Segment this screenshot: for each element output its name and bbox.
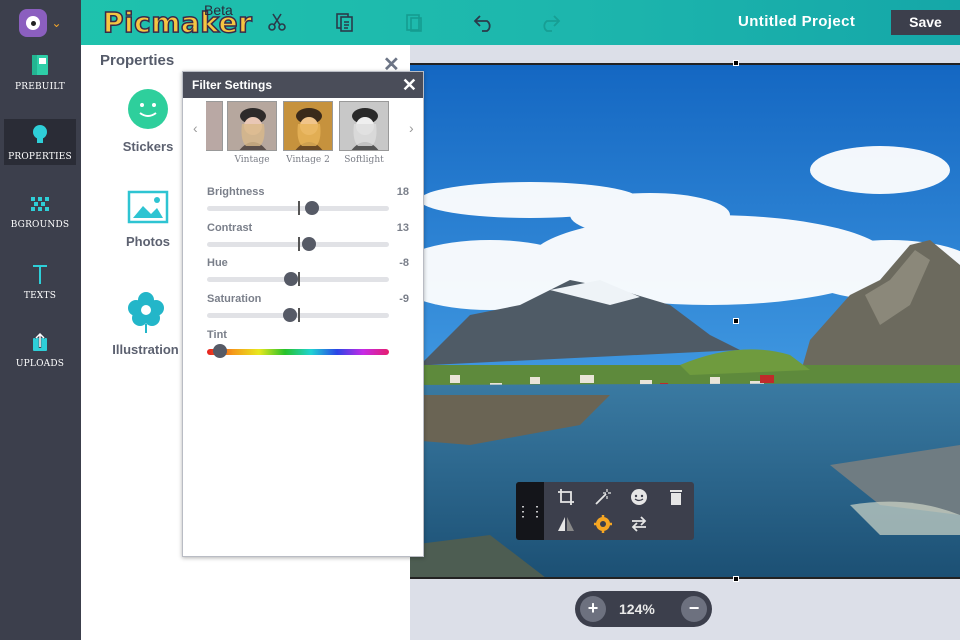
center-tick	[298, 201, 300, 215]
preset-thumbnail	[339, 101, 389, 151]
dialog-header: Filter Settings ✕	[183, 72, 423, 98]
text-icon	[33, 265, 47, 284]
chevron-down-icon[interactable]: ⌄	[51, 16, 61, 30]
slider-knob[interactable]	[283, 308, 297, 322]
filter-preset[interactable]: Softlight	[338, 101, 390, 165]
trash-icon[interactable]	[666, 487, 686, 507]
filter-preset[interactable]: nt	[206, 101, 224, 165]
panel-title: Properties	[100, 52, 175, 69]
slider-knob[interactable]	[302, 237, 316, 251]
zoom-in-button[interactable]: +	[580, 596, 606, 622]
flower-icon	[127, 292, 164, 333]
image-icon	[127, 190, 169, 224]
center-tick	[298, 272, 300, 286]
sidebar-item-label: PROPERTIES	[8, 152, 72, 162]
preset-thumbnail	[283, 101, 333, 151]
sidebar-item-prebuilt[interactable]: PREBUILT	[4, 49, 76, 95]
pattern-icon	[31, 197, 49, 211]
magic-wand-icon[interactable]	[593, 487, 613, 507]
flip-icon[interactable]	[556, 514, 576, 534]
filter-settings-icon[interactable]	[593, 514, 613, 534]
save-button[interactable]: Save	[891, 10, 960, 35]
undo-icon[interactable]	[472, 10, 496, 34]
prop-label: Photos	[125, 234, 171, 249]
book-icon	[32, 55, 48, 75]
slider-label: Tint	[207, 329, 227, 341]
image-toolbar: ⋮⋮	[516, 482, 694, 540]
sidebar-item-uploads[interactable]: UPLOADS	[4, 326, 76, 372]
slider-knob[interactable]	[284, 272, 298, 286]
slider-label: Saturation	[207, 293, 262, 305]
close-icon[interactable]: ✕	[402, 72, 417, 98]
top-bar: ⌄ Picmaker Beta Untitled Project Save	[0, 0, 960, 45]
sidebar-item-properties[interactable]: PROPERTIES	[4, 119, 76, 165]
zoom-control: + 124% −	[575, 591, 712, 627]
face-icon[interactable]	[629, 487, 649, 507]
copy-icon[interactable]	[333, 10, 357, 34]
slider-label: Hue	[207, 257, 228, 269]
account-menu[interactable]: ⌄	[0, 0, 81, 45]
drag-handle-icon[interactable]: ⋮⋮	[516, 482, 544, 540]
center-tick	[298, 308, 300, 322]
filter-preset[interactable]: Vintage	[226, 101, 278, 165]
slider-value: -8	[399, 257, 409, 269]
beta-label: Beta	[204, 2, 233, 18]
slider-knob[interactable]	[213, 344, 227, 358]
filter-preset[interactable]: Vintage 2	[282, 101, 334, 165]
filter-settings-dialog: Filter Settings ✕ ‹ › nt Vintage Vintage…	[182, 71, 424, 557]
sidebar-item-bgrounds[interactable]: BGROUNDS	[4, 189, 76, 235]
sidebar-item-texts[interactable]: TEXTS	[4, 258, 76, 304]
preset-thumbnail	[227, 101, 277, 151]
resize-handle-top[interactable]	[733, 60, 739, 66]
preset-label: Softlight	[344, 155, 384, 165]
slider-value: -9	[399, 293, 409, 305]
prop-label: Illustration	[112, 342, 179, 357]
paste-icon[interactable]	[402, 10, 426, 34]
redo-icon[interactable]	[538, 10, 562, 34]
sidebar-item-label: TEXTS	[23, 291, 57, 301]
scissors-icon[interactable]	[265, 10, 289, 34]
upload-icon	[33, 331, 47, 351]
stickers-item[interactable]: Stickers	[118, 87, 178, 154]
sidebar-item-label: BGROUNDS	[10, 220, 70, 230]
zoom-level: 124%	[619, 601, 655, 617]
preset-label: Vintage	[234, 155, 270, 165]
tint-track[interactable]	[207, 349, 389, 355]
preset-thumbnail	[206, 101, 223, 151]
filter-presets: nt Vintage Vintage 2 Softlight	[206, 101, 400, 169]
dialog-title: Filter Settings	[192, 78, 273, 92]
sidebar-item-label: PREBUILT	[14, 82, 65, 92]
slider-label: Contrast	[207, 222, 253, 234]
crop-icon[interactable]	[556, 487, 576, 507]
chevron-left-icon[interactable]: ‹	[193, 120, 198, 136]
project-title[interactable]: Untitled Project	[738, 13, 855, 30]
bulb-icon	[33, 125, 47, 143]
left-sidebar: PREBUILT PROPERTIES BGROUNDS TEXTS UPLOA…	[0, 45, 81, 640]
avatar[interactable]	[19, 8, 48, 37]
resize-handle-center[interactable]	[733, 318, 739, 324]
smiley-icon	[128, 89, 168, 129]
slider-label: Brightness	[207, 186, 265, 198]
slider-value: 18	[396, 186, 409, 198]
chevron-right-icon[interactable]: ›	[409, 120, 414, 136]
slider-value: 13	[396, 222, 409, 234]
swap-icon[interactable]	[629, 514, 649, 534]
preset-label: Vintage 2	[286, 155, 330, 165]
prop-label: Stickers	[122, 139, 174, 154]
center-tick	[298, 237, 300, 251]
photos-item[interactable]: Photos	[118, 190, 178, 249]
slider-knob[interactable]	[305, 201, 319, 215]
zoom-out-button[interactable]: −	[681, 596, 707, 622]
sidebar-item-label: UPLOADS	[15, 359, 65, 369]
resize-handle-bottom[interactable]	[733, 576, 739, 582]
illustration-item[interactable]: Illustration	[108, 290, 183, 357]
